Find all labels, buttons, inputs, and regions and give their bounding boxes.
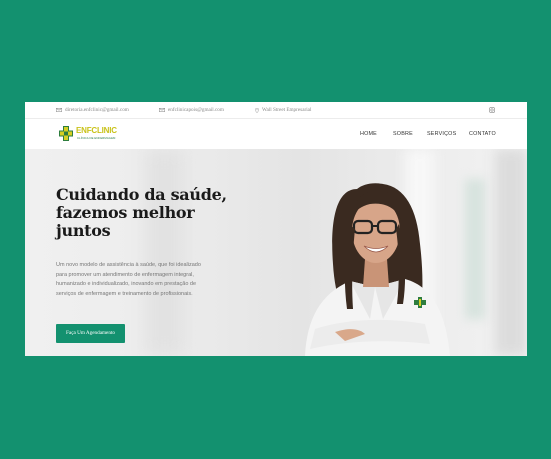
location-pin-icon bbox=[255, 107, 259, 113]
brand-tagline: CLÍNICA DE ENFERMAGEM bbox=[77, 136, 116, 140]
instagram-link[interactable] bbox=[489, 102, 495, 118]
nav-sobre[interactable]: SOBRE bbox=[393, 119, 413, 149]
email-1-text: diretoria.enfclinic@gmail.com bbox=[65, 107, 129, 113]
headline-line-3: juntos bbox=[56, 221, 111, 240]
description-line-1: Um novo modelo de assistência à saúde, q… bbox=[56, 262, 201, 268]
background-blur bbox=[145, 149, 185, 356]
nav-servicos[interactable]: SERVIÇOS bbox=[427, 119, 456, 149]
email-contact-1[interactable]: diretoria.enfclinic@gmail.com bbox=[56, 102, 129, 118]
envelope-icon bbox=[159, 108, 165, 112]
description-line-4: serviços de enfermagem e treinamento de … bbox=[56, 290, 193, 297]
nurse-photo bbox=[305, 183, 450, 356]
address-contact[interactable]: Wall Street Empresarial bbox=[255, 102, 311, 118]
nav-home[interactable]: HOME bbox=[360, 119, 377, 149]
email-contact-2[interactable]: enfclinicapois@gmail.com bbox=[159, 102, 224, 118]
brand-logo[interactable]: ENFCLINIC CLÍNICA DE ENFERMAGEM bbox=[59, 124, 119, 144]
nav-contato[interactable]: CONTATO bbox=[469, 119, 496, 149]
background-blur bbox=[465, 179, 485, 319]
headline-line-1: Cuidando da saúde, bbox=[56, 185, 227, 204]
hero-section: Cuidando da saúde, fazemos melhor juntos… bbox=[25, 149, 527, 356]
hero-headline: Cuidando da saúde, fazemos melhor juntos bbox=[56, 186, 256, 240]
envelope-icon bbox=[56, 108, 62, 112]
description-line-2: para promover um atendimento de enfermag… bbox=[56, 271, 194, 278]
email-2-text: enfclinicapois@gmail.com bbox=[168, 107, 224, 113]
address-text: Wall Street Empresarial bbox=[262, 107, 312, 113]
brand-name: ENFCLINIC bbox=[76, 126, 117, 135]
description-line-3: humanizado e individualizado, inovando e… bbox=[56, 281, 197, 287]
cross-logo-icon bbox=[59, 126, 73, 141]
top-info-bar: diretoria.enfclinic@gmail.com enfclinica… bbox=[25, 102, 527, 119]
main-navbar: ENFCLINIC CLÍNICA DE ENFERMAGEM HOME SOB… bbox=[25, 119, 527, 149]
website-screenshot: diretoria.enfclinic@gmail.com enfclinica… bbox=[25, 102, 527, 356]
hero-description: Um novo modelo de assistência à saúde, q… bbox=[56, 261, 231, 299]
schedule-appointment-button[interactable]: Faça Um Agendamento bbox=[56, 324, 125, 343]
instagram-icon bbox=[489, 107, 495, 113]
background-blur bbox=[495, 149, 527, 356]
headline-line-2: fazemos melhor bbox=[56, 203, 195, 222]
